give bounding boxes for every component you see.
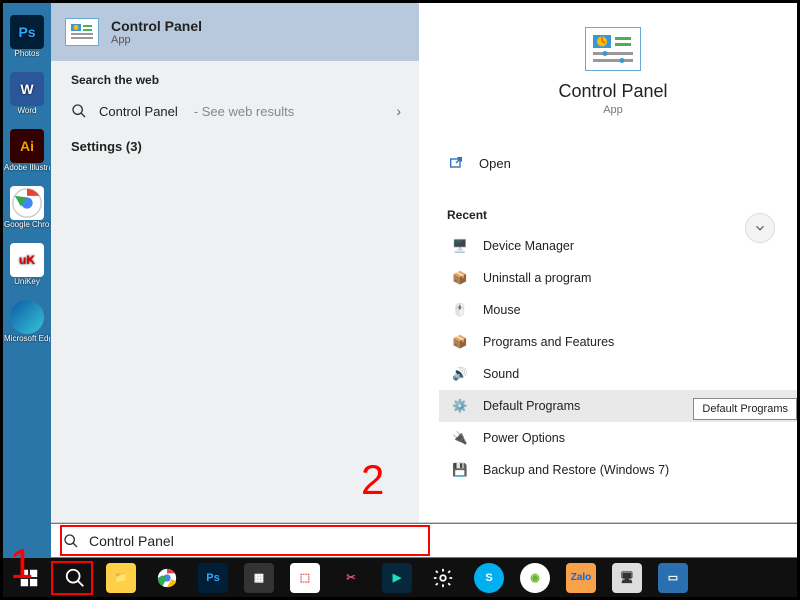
recent-item-power[interactable]: 🔌Power Options [447,422,779,454]
programs-icon: 📦 [451,333,469,351]
taskbar-filmora[interactable]: ▶ [375,560,419,596]
recent-item-uninstall[interactable]: 📦Uninstall a program [447,262,779,294]
search-web-item[interactable]: Control Panel - See web results › [51,93,419,129]
taskbar-pc[interactable]: 🖥 [605,560,649,596]
best-match-row[interactable]: Control Panel App [51,3,419,61]
control-panel-icon [65,18,99,46]
recent-item-device-manager[interactable]: 🖥️Device Manager [447,230,779,262]
best-match-title: Control Panel [111,18,202,34]
taskbar-chrome[interactable] [145,560,189,596]
detail-title: Control Panel [447,81,779,102]
taskbar-snip[interactable]: ✂ [329,560,373,596]
taskbar-search-button[interactable] [53,560,97,596]
search-icon [63,533,79,549]
search-results-left: Control Panel App Search the web Control… [51,3,419,522]
recent-header: Recent [447,208,779,222]
desktop-icon-illustrator[interactable]: AiAdobe Illustrator [3,117,51,172]
search-detail-pane: Control Panel App Open Recent 🖥️Device M… [419,3,797,522]
desktop-icon-unikey[interactable]: uKUniKey [3,231,51,286]
desktop-icon-word[interactable]: WWord [3,60,51,115]
annotation-number-2: 2 [361,456,384,504]
desktop-icon-chrome[interactable]: Google Chrome [3,174,51,229]
taskbar-zalo[interactable]: Zalo [559,560,603,596]
taskbar-photoshop[interactable]: Ps [191,560,235,596]
sound-icon: 🔊 [451,365,469,383]
detail-subtitle: App [447,104,779,116]
best-match-subtitle: App [111,34,202,46]
search-web-header: Search the web [51,61,419,93]
uninstall-icon: 📦 [451,269,469,287]
annotation-number-1: 1 [10,540,33,588]
taskbar-id[interactable]: ▭ [651,560,695,596]
taskbar-calculator[interactable]: ▦ [237,560,281,596]
search-input[interactable] [89,533,785,549]
taskbar: 📁 Ps ▦ ⬚ ✂ ▶ S ◉ Zalo 🖥 ▭ [3,558,797,597]
recent-item-backup[interactable]: 💾Backup and Restore (Windows 7) [447,454,779,486]
recent-item-programs[interactable]: 📦Programs and Features [447,326,779,358]
desktop-area: PsPhotos WWord AiAdobe Illustrator Googl… [3,3,51,558]
taskbar-coccoc[interactable]: ◉ [513,560,557,596]
chevron-right-icon: › [396,103,401,119]
search-icon [71,103,87,119]
mouse-icon: 🖱️ [451,301,469,319]
desktop-icon-edge[interactable]: Microsoft Edge [3,288,51,343]
taskbar-explorer[interactable]: 📁 [99,560,143,596]
recent-item-sound[interactable]: 🔊Sound [447,358,779,390]
settings-results-header[interactable]: Settings (3) [51,129,419,164]
recent-item-mouse[interactable]: 🖱️Mouse [447,294,779,326]
tooltip: Default Programs [693,398,797,420]
control-panel-large-icon [585,27,641,71]
taskbar-settings[interactable] [421,560,465,596]
taskbar-skype[interactable]: S [467,560,511,596]
open-action[interactable]: Open [447,146,779,180]
taskbar-app1[interactable]: ⬚ [283,560,327,596]
power-icon: 🔌 [451,429,469,447]
device-manager-icon: 🖥️ [451,237,469,255]
backup-icon: 💾 [451,461,469,479]
default-programs-icon: ⚙️ [451,397,469,415]
desktop-icon-photoshop[interactable]: PsPhotos [3,3,51,58]
open-icon [447,154,465,172]
search-results-popup: Control Panel App Search the web Control… [51,3,797,523]
search-bar[interactable] [51,523,797,558]
